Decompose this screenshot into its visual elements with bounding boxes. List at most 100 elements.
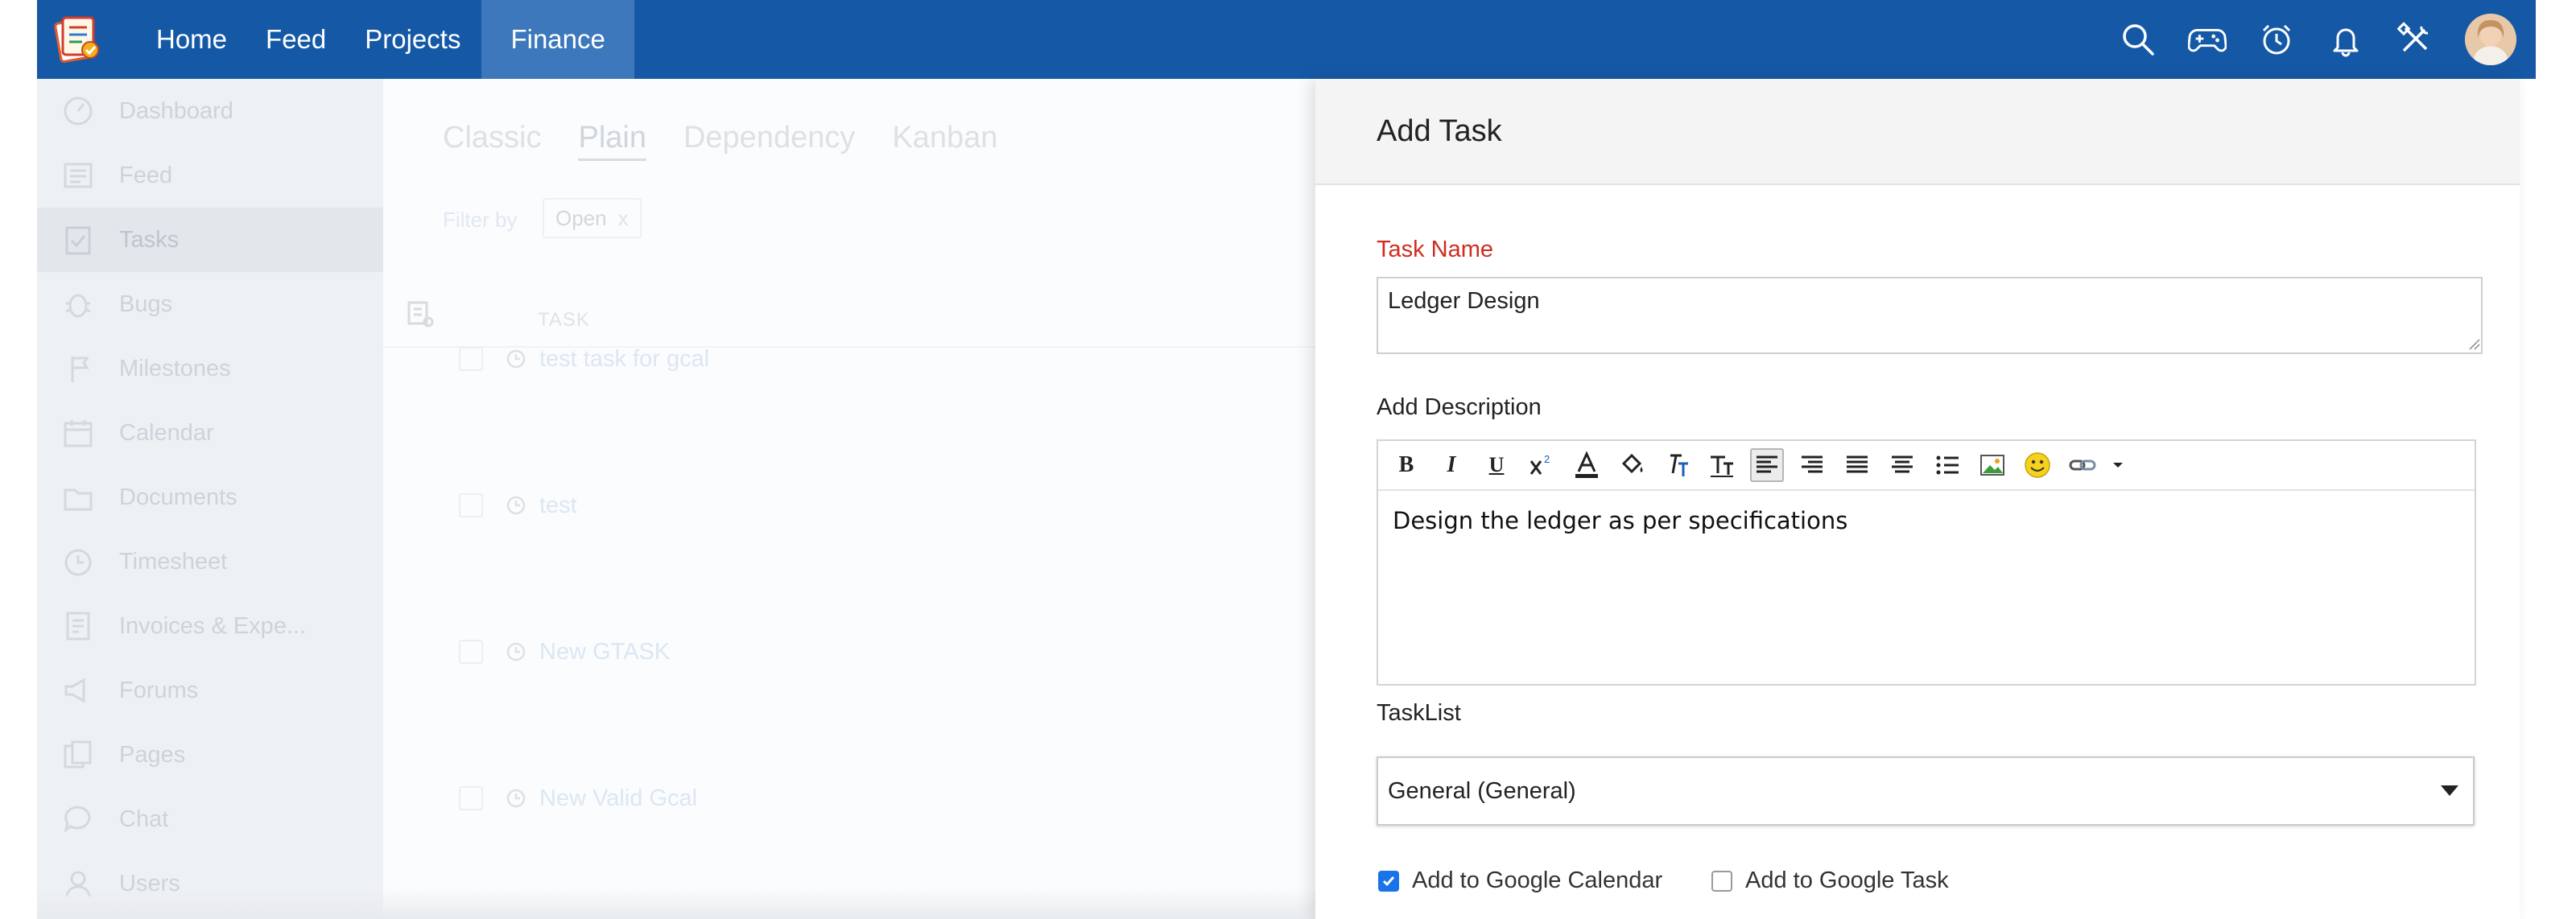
google-calendar-label: Add to Google Calendar <box>1412 867 1663 893</box>
italic-button[interactable]: I <box>1435 448 1468 482</box>
justify-button[interactable] <box>1840 448 1874 482</box>
font-family-button[interactable] <box>1660 448 1694 482</box>
bullet-list-button[interactable] <box>1930 448 1964 482</box>
superscript-button[interactable]: 2 <box>1525 448 1558 482</box>
clock-icon <box>506 789 526 808</box>
align-center-icon <box>1892 455 1913 473</box>
nav-projects[interactable]: Projects <box>345 0 480 79</box>
nav-feed[interactable]: Feed <box>246 0 345 79</box>
right-gutter <box>2536 0 2576 919</box>
sidebar-item-label: Calendar <box>119 419 214 446</box>
underline-icon: U <box>1488 453 1505 476</box>
pages-icon <box>64 740 92 769</box>
tasks-icon <box>65 226 91 255</box>
invoice-icon <box>66 612 90 641</box>
bold-button[interactable]: B <box>1389 448 1423 482</box>
superscript-icon: 2 <box>1530 453 1550 475</box>
bell-icon[interactable] <box>2326 20 2365 59</box>
sidebar-item-calendar[interactable]: Calendar <box>37 401 383 465</box>
italic-icon: I <box>1447 452 1456 477</box>
filter-remove-icon[interactable]: x <box>618 206 629 231</box>
table-row[interactable]: test <box>459 489 1264 521</box>
sidebar-item-label: Invoices & Expe... <box>119 612 307 639</box>
bug-icon <box>65 294 91 318</box>
align-center-button[interactable] <box>1885 448 1919 482</box>
align-right-icon <box>1802 455 1823 473</box>
sidebar-item-bugs[interactable]: Bugs <box>37 272 383 336</box>
insert-link-button[interactable] <box>2066 448 2099 482</box>
sidebar-item-milestones[interactable]: Milestones <box>37 336 383 401</box>
sidebar-item-dashboard[interactable]: Dashboard <box>37 79 383 143</box>
align-left-icon <box>1757 455 1777 473</box>
task-checkbox[interactable] <box>459 347 483 371</box>
google-task-checkbox[interactable] <box>1711 870 1732 892</box>
font-color-button[interactable] <box>1570 448 1604 482</box>
forum-icon <box>64 678 85 703</box>
gamepad-icon[interactable] <box>2188 20 2227 59</box>
font-color-icon <box>1575 451 1598 478</box>
task-checkbox[interactable] <box>459 640 483 664</box>
tab-classic[interactable]: Classic <box>443 121 541 161</box>
task-checkbox[interactable] <box>459 786 483 810</box>
task-name[interactable]: New Valid Gcal <box>539 785 697 812</box>
sidebar-item-forums[interactable]: Forums <box>37 658 383 723</box>
tab-kanban[interactable]: Kanban <box>892 121 997 161</box>
google-calendar-option[interactable]: Add to Google Calendar <box>1378 867 1662 894</box>
nav-home[interactable]: Home <box>137 0 246 79</box>
task-checkbox[interactable] <box>459 493 483 517</box>
sidebar-item-feed[interactable]: Feed <box>37 143 383 208</box>
image-icon <box>1980 455 2004 476</box>
timer-icon[interactable] <box>2257 20 2296 59</box>
feed-icon <box>64 163 93 188</box>
insert-image-button[interactable] <box>1975 448 2009 482</box>
sidebar-item-tasks[interactable]: Tasks <box>37 208 383 272</box>
search-icon[interactable] <box>2119 20 2157 59</box>
user-avatar[interactable] <box>2465 14 2516 65</box>
sidebar-item-documents[interactable]: Documents <box>37 465 383 530</box>
app-logo-icon[interactable] <box>52 13 105 66</box>
tools-icon[interactable] <box>2396 20 2434 59</box>
table-row[interactable]: test task for gcal <box>459 343 1264 375</box>
view-tabs: Classic Plain Dependency Kanban <box>443 121 1034 161</box>
tasklist-label: TaskList <box>1377 700 1461 726</box>
align-right-button[interactable] <box>1795 448 1829 482</box>
task-name-input[interactable]: Ledger Design <box>1377 277 2483 354</box>
sidebar-item-label: Chat <box>119 806 169 832</box>
google-task-option[interactable]: Add to Google Task <box>1711 867 1949 894</box>
background-color-button[interactable] <box>1615 448 1649 482</box>
font-size-icon <box>1711 455 1733 477</box>
tab-dependency[interactable]: Dependency <box>683 121 855 161</box>
svg-text:2: 2 <box>1544 453 1550 465</box>
google-calendar-checkbox[interactable] <box>1378 870 1399 892</box>
clock-icon <box>506 349 526 369</box>
task-name[interactable]: New GTASK <box>539 639 670 666</box>
google-task-label: Add to Google Task <box>1745 867 1949 893</box>
underline-button[interactable]: U <box>1480 448 1513 482</box>
tab-plain[interactable]: Plain <box>578 121 646 161</box>
nav-finance[interactable]: Finance <box>481 0 634 79</box>
column-header-task: TASK <box>538 309 590 331</box>
table-row[interactable]: New GTASK <box>459 636 1264 668</box>
sidebar-item-chat[interactable]: Chat <box>37 787 383 851</box>
task-name[interactable]: test <box>539 492 577 519</box>
sidebar-item-invoices[interactable]: Invoices & Expe... <box>37 594 383 658</box>
sidebar: Dashboard Feed Tasks Bugs Milestones Cal… <box>37 79 383 919</box>
clock-icon <box>506 496 526 515</box>
font-size-button[interactable] <box>1705 448 1739 482</box>
task-name[interactable]: test task for gcal <box>539 346 709 373</box>
filter-chip[interactable]: Open x <box>543 198 642 238</box>
resize-grip-icon[interactable] <box>2468 338 2481 351</box>
sidebar-item-pages[interactable]: Pages <box>37 723 383 787</box>
description-text[interactable]: Design the ledger as per specifications <box>1393 507 1847 534</box>
emoji-button[interactable] <box>2021 448 2054 482</box>
main-nav: Home Feed Projects Finance <box>137 0 634 79</box>
column-settings-icon[interactable] <box>406 299 435 328</box>
link-dropdown-button[interactable] <box>2111 448 2125 482</box>
description-editor: B I U 2 Design the ledger as per specifi… <box>1377 439 2476 686</box>
align-left-button[interactable] <box>1750 448 1784 482</box>
table-row[interactable]: New Valid Gcal <box>459 782 1264 814</box>
checkmark-icon <box>1382 876 1395 886</box>
clock-icon <box>506 642 526 661</box>
sidebar-item-timesheet[interactable]: Timesheet <box>37 530 383 594</box>
tasklist-select[interactable]: General (General) <box>1377 756 2475 826</box>
